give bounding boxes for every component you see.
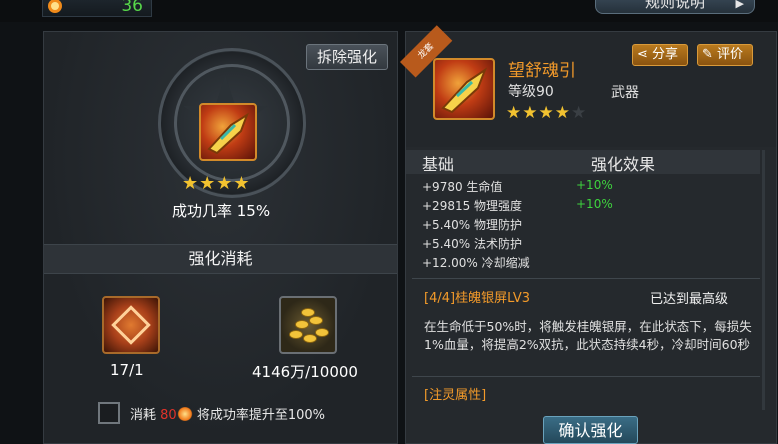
divider xyxy=(412,278,760,279)
stat-bonus: +10% xyxy=(576,197,613,211)
item-name: 望舒魂引 xyxy=(508,61,576,81)
scrollbar[interactable] xyxy=(762,150,765,410)
share-label: 分享 xyxy=(652,47,679,62)
stat-row: +29815 物理强度 xyxy=(422,199,523,213)
guarantee-text: 消耗 80 将成功率提升至100% xyxy=(130,404,325,423)
gold-count: 4146万/10000 xyxy=(252,363,358,381)
stars-empty: ★ xyxy=(570,103,588,123)
guarantee-checkbox[interactable] xyxy=(98,402,120,424)
stone-count: 17/1 xyxy=(110,361,144,379)
skill-name: [4/4]桂魄银屏LV3 xyxy=(424,291,531,306)
divider xyxy=(412,376,760,377)
cost-section-title: 强化消耗 xyxy=(44,244,397,274)
weapon-item-icon-small[interactable] xyxy=(433,58,495,120)
weapon-item-icon[interactable] xyxy=(199,103,257,161)
resource-display: 36 xyxy=(42,0,152,17)
enhance-stone-item[interactable] xyxy=(102,296,160,354)
gold-coin-item[interactable] xyxy=(279,296,337,354)
rules-button[interactable]: 规则说明 ▶ xyxy=(595,0,755,14)
coin-icon xyxy=(301,308,315,317)
share-icon: ⋖ xyxy=(637,47,648,62)
coin-icon xyxy=(303,334,317,343)
star-rating: ★★★★ xyxy=(182,173,251,194)
stone-rune-icon xyxy=(111,305,151,345)
consume-amount: 80 xyxy=(160,408,177,423)
fire-icon xyxy=(176,407,193,421)
item-level: 等级90 xyxy=(508,84,554,100)
weapon-artwork-icon xyxy=(207,112,249,155)
consume-suffix: 将成功率提升至100% xyxy=(196,408,326,423)
consume-prefix: 消耗 xyxy=(130,408,157,423)
edit-icon: ✎ xyxy=(702,47,713,62)
weapon-artwork-icon xyxy=(441,67,488,114)
stat-row: +12.00% 冷却缩减 xyxy=(422,256,530,270)
share-button[interactable]: ⋖ 分享 xyxy=(632,44,688,66)
stat-row: +9780 生命值 xyxy=(422,180,503,194)
stat-bonus: +10% xyxy=(576,178,613,192)
play-arrow-icon: ▶ xyxy=(735,0,744,10)
coin-icon xyxy=(295,320,309,329)
stats-base-label: 基础 xyxy=(422,155,455,174)
stats-header: 基础 强化效果 xyxy=(406,150,760,174)
stars-filled: ★★★★ xyxy=(506,103,571,123)
stats-effect-label: 强化效果 xyxy=(591,155,656,174)
spirit-attribute-label: [注灵属性] xyxy=(424,388,487,403)
resource-count: 36 xyxy=(121,0,143,16)
coin-icon xyxy=(315,328,329,337)
review-label: 评价 xyxy=(717,47,744,62)
coin-icon xyxy=(289,330,303,339)
stat-row: +5.40% 物理防护 xyxy=(422,218,522,232)
success-rate-text: 成功几率 15% xyxy=(172,202,271,220)
remove-enhance-button[interactable]: 拆除强化 xyxy=(306,44,388,70)
skill-status: 已达到最高级 xyxy=(650,292,729,307)
rules-label: 规则说明 xyxy=(644,0,705,11)
skill-description: 在生命低于50%时，将触发桂魄银屏，在此状态下，每损失1%血量，将提高2%双抗，… xyxy=(424,319,752,352)
coin-icon xyxy=(309,316,323,325)
item-star-rating: ★★★★★ xyxy=(506,103,587,123)
fire-icon xyxy=(48,0,62,13)
stat-row: +5.40% 法术防护 xyxy=(422,237,522,251)
item-type: 武器 xyxy=(611,85,639,101)
confirm-enhance-button[interactable]: 确认强化 xyxy=(543,416,638,444)
review-button[interactable]: ✎ 评价 xyxy=(697,44,753,66)
